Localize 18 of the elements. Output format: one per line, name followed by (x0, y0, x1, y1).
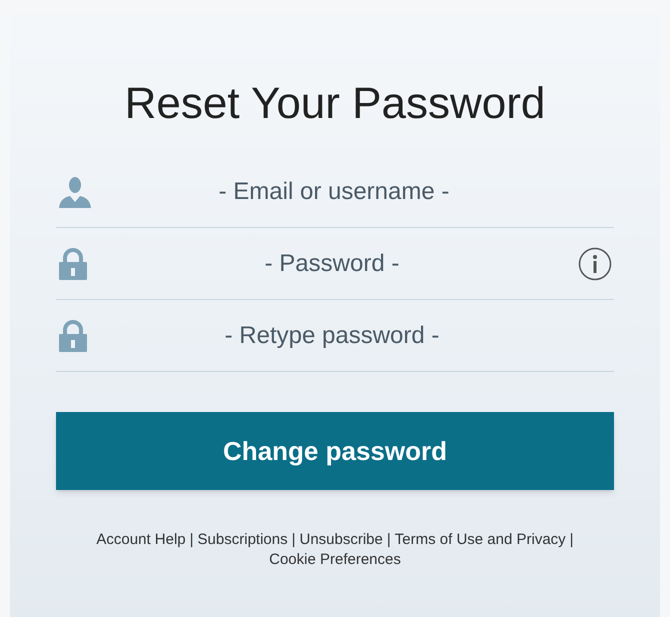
lock-icon (58, 248, 88, 280)
person-icon (58, 176, 92, 208)
input-field[interactable]: - Email or username - (100, 174, 568, 210)
link-separator: | (292, 530, 296, 550)
link-separator: | (570, 530, 574, 550)
lock-icon (58, 320, 88, 352)
footer-link[interactable]: Subscriptions (198, 530, 288, 550)
footer-link[interactable]: Terms of Use and Privacy (394, 530, 566, 550)
footer-link[interactable]: Account Help (96, 530, 186, 550)
link-separator: | (386, 530, 391, 550)
footer-link[interactable]: Cookie Preferences (269, 550, 401, 570)
input-field[interactable]: - Password - (96, 246, 568, 282)
page-title: Reset Your Password (124, 78, 546, 130)
footer-link[interactable]: Unsubscribe (300, 530, 383, 550)
input-field[interactable]: - Retype password - (96, 318, 568, 354)
change-password-button[interactable]: Change password (56, 412, 614, 490)
info-icon[interactable] (578, 246, 612, 280)
link-separator: | (190, 530, 194, 550)
